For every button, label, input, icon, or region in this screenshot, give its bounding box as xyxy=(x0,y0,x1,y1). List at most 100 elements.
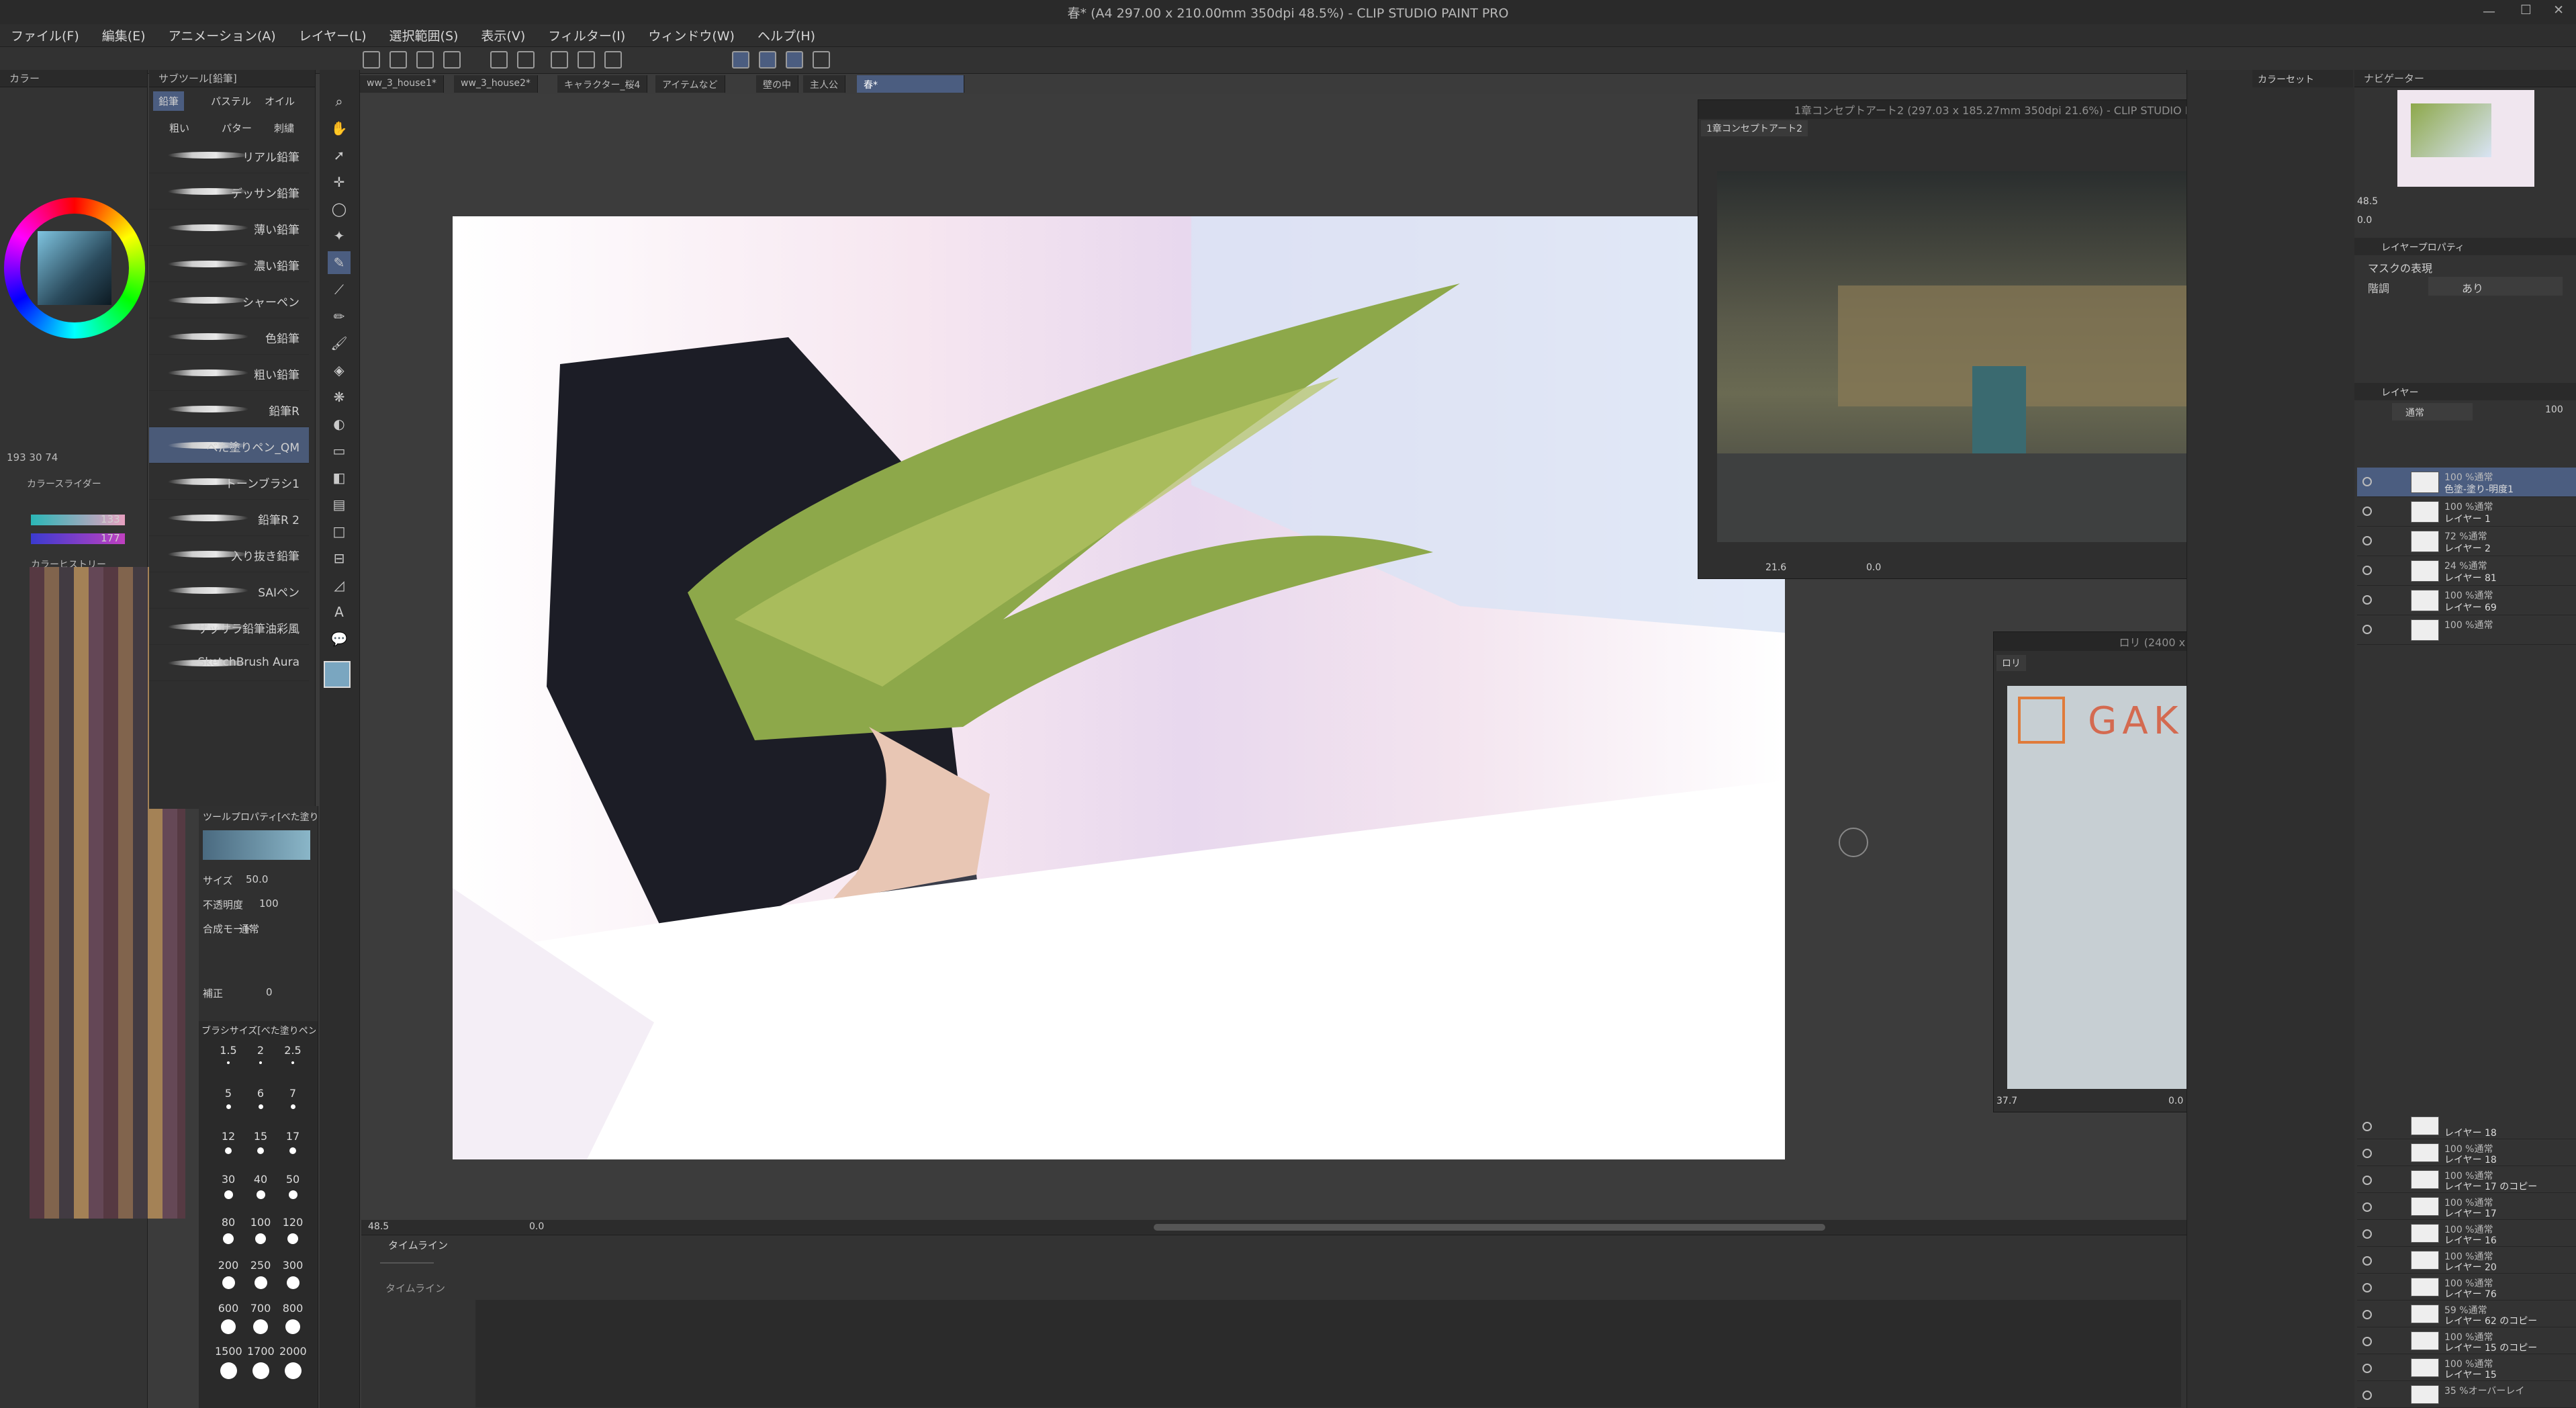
subtool-group-patter[interactable]: パター xyxy=(222,121,252,135)
lasso-tool-icon[interactable]: ◯ xyxy=(328,197,351,220)
sub-window-2-zoom[interactable]: 37.7 xyxy=(1996,1096,2017,1106)
brush-item[interactable]: 鉛筆R xyxy=(149,391,309,427)
visibility-icon[interactable] xyxy=(2362,507,2372,516)
brush-size-value[interactable]: 30 xyxy=(215,1173,242,1186)
layer-row[interactable]: 100 %通常 レイヤー 15 のコピー xyxy=(2357,1327,2576,1354)
brush-size-dot[interactable] xyxy=(257,1147,264,1154)
text-tool-icon[interactable]: A xyxy=(328,601,351,623)
redo-icon[interactable] xyxy=(517,51,535,69)
layer-row[interactable]: 100 %通常 レイヤー 17 xyxy=(2357,1193,2576,1220)
menu-edit[interactable]: 編集(E) xyxy=(102,26,146,44)
brush-item[interactable]: 鉛筆R 2 xyxy=(149,500,309,536)
decoration-tool-icon[interactable]: ❋ xyxy=(328,386,351,408)
undo-icon[interactable] xyxy=(490,51,508,69)
brush-size-dot[interactable] xyxy=(254,1276,267,1289)
brush-item[interactable]: べた塗りペン_QM xyxy=(149,427,309,464)
airbrush-icon[interactable]: ◈ xyxy=(328,359,351,382)
color-set-tab[interactable]: カラーセット xyxy=(2252,70,2353,87)
layer-row[interactable]: 100 %通常 レイヤー 17 のコピー xyxy=(2357,1166,2576,1193)
color-square[interactable] xyxy=(38,231,111,305)
menu-help[interactable]: ヘルプ(H) xyxy=(757,26,815,44)
brush-size-value[interactable]: 6 xyxy=(247,1087,274,1100)
layer-row[interactable]: 35 %オーバーレイ xyxy=(2357,1381,2576,1408)
brush-size-dot[interactable] xyxy=(286,1276,300,1289)
color-slider-tab[interactable]: カラースライダー xyxy=(27,477,101,490)
upload-icon[interactable] xyxy=(443,51,461,69)
doc-tab-character[interactable]: キャラクター_桜4 xyxy=(557,75,648,93)
brush-size-value[interactable]: 700 xyxy=(247,1302,274,1315)
zoom-tool-icon[interactable]: ⌕ xyxy=(328,90,351,113)
menu-window[interactable]: ウィンドウ(W) xyxy=(648,26,735,44)
clear-icon[interactable] xyxy=(551,51,568,69)
visibility-icon[interactable] xyxy=(2362,566,2372,575)
transform-icon[interactable] xyxy=(604,51,622,69)
figure-tool-icon[interactable]: □ xyxy=(328,520,351,543)
doc-tab-house2[interactable]: ww_3_house2* xyxy=(454,75,538,93)
visibility-icon[interactable] xyxy=(2362,1229,2372,1239)
brush-size-value[interactable]: 5 xyxy=(215,1087,242,1100)
subtool-group-pastel[interactable]: パステル xyxy=(211,94,251,108)
visibility-icon[interactable] xyxy=(2362,1149,2372,1158)
brush-size-value[interactable]: 800 xyxy=(279,1302,306,1315)
layer-row[interactable]: 100 %通常 レイヤー 1 xyxy=(2357,497,2576,527)
timeline-tab[interactable]: タイムライン xyxy=(388,1238,448,1252)
subtool-group-pencil[interactable]: 鉛筆 xyxy=(153,91,185,111)
stabilizer-1-icon[interactable] xyxy=(732,51,749,69)
layer-row[interactable]: 100 %通常 色塗-塗り-明度1 xyxy=(2357,468,2576,497)
subtool-panel-tab[interactable]: サブツール[鉛筆] xyxy=(149,70,315,87)
brush-size-dot[interactable] xyxy=(253,1319,268,1334)
layer-row[interactable]: 100 %通常 レイヤー 76 xyxy=(2357,1274,2576,1301)
brush-tool-icon[interactable]: 🖌 xyxy=(328,332,351,355)
visibility-icon[interactable] xyxy=(2362,536,2372,545)
operation-tool-icon[interactable]: ➚ xyxy=(328,144,351,167)
brush-size-dot[interactable] xyxy=(287,1233,298,1244)
pencil-tool-icon[interactable]: ✏ xyxy=(328,305,351,328)
brush-size-dot[interactable] xyxy=(223,1233,234,1244)
minimize-icon[interactable]: — xyxy=(2483,4,2495,19)
brush-size-dot[interactable] xyxy=(289,1147,296,1154)
visibility-icon[interactable] xyxy=(2362,1364,2372,1373)
visibility-icon[interactable] xyxy=(2362,1176,2372,1185)
brush-size-dot[interactable] xyxy=(222,1276,235,1289)
brush-size-value[interactable]: 100 xyxy=(247,1216,274,1229)
visibility-icon[interactable] xyxy=(2362,1310,2372,1319)
ruler-tool-icon[interactable]: ◿ xyxy=(328,574,351,597)
layer-row[interactable]: 100 %通常 レイヤー 16 xyxy=(2357,1220,2576,1247)
opacity-value[interactable]: 100 xyxy=(259,897,279,910)
save-icon[interactable] xyxy=(416,51,434,69)
brush-size-dot[interactable] xyxy=(258,1104,263,1109)
visibility-icon[interactable] xyxy=(2362,1256,2372,1266)
brush-size-value[interactable]: 15 xyxy=(247,1130,274,1143)
visibility-icon[interactable] xyxy=(2362,595,2372,605)
doc-tab-wall[interactable]: 壁の中 xyxy=(756,75,798,93)
brush-size-dot[interactable] xyxy=(224,1190,233,1199)
layer-tab[interactable]: レイヤー xyxy=(2354,383,2576,400)
brush-size-dot[interactable] xyxy=(285,1319,300,1334)
sub-window-2-tab[interactable]: ロリ xyxy=(1996,655,2026,671)
stabilizer-2-icon[interactable] xyxy=(759,51,776,69)
menu-selection[interactable]: 選択範囲(S) xyxy=(389,26,459,44)
layer-row[interactable]: 100 %通常 レイヤー 18 xyxy=(2357,1139,2576,1166)
eyedropper-icon[interactable]: ⟋ xyxy=(328,278,351,301)
layer-row[interactable]: レイヤー 18 xyxy=(2357,1112,2576,1139)
doc-tab-protagonist[interactable]: 主人公 xyxy=(803,75,845,93)
brush-size-value[interactable]: 300 xyxy=(279,1259,306,1272)
sub-window-2-angle[interactable]: 0.0 xyxy=(2168,1096,2183,1106)
doc-tab-spring[interactable]: 春* xyxy=(857,75,964,93)
brush-size-value[interactable]: 50 xyxy=(279,1173,306,1186)
brush-size-dot[interactable] xyxy=(288,1190,297,1199)
brush-size-dot[interactable] xyxy=(225,1147,232,1154)
brush-size-dot[interactable] xyxy=(221,1319,236,1334)
brush-item[interactable]: 濃い鉛筆 xyxy=(149,246,309,282)
eraser-icon[interactable]: ▭ xyxy=(328,439,351,462)
navigator-preview[interactable] xyxy=(2397,90,2534,187)
canvas-angle[interactable]: 0.0 xyxy=(529,1221,544,1232)
visibility-icon[interactable] xyxy=(2362,477,2372,486)
brush-size-value[interactable]: 7 xyxy=(279,1087,306,1100)
balloon-tool-icon[interactable]: 💬 xyxy=(328,627,351,650)
fill-tool-icon[interactable]: ◧ xyxy=(328,466,351,489)
menu-animation[interactable]: アニメーション(A) xyxy=(169,26,276,44)
brush-size-value[interactable]: 80 xyxy=(215,1216,242,1229)
red-value[interactable]: 133 xyxy=(101,513,120,525)
blend-value[interactable]: 通常 xyxy=(239,922,259,936)
